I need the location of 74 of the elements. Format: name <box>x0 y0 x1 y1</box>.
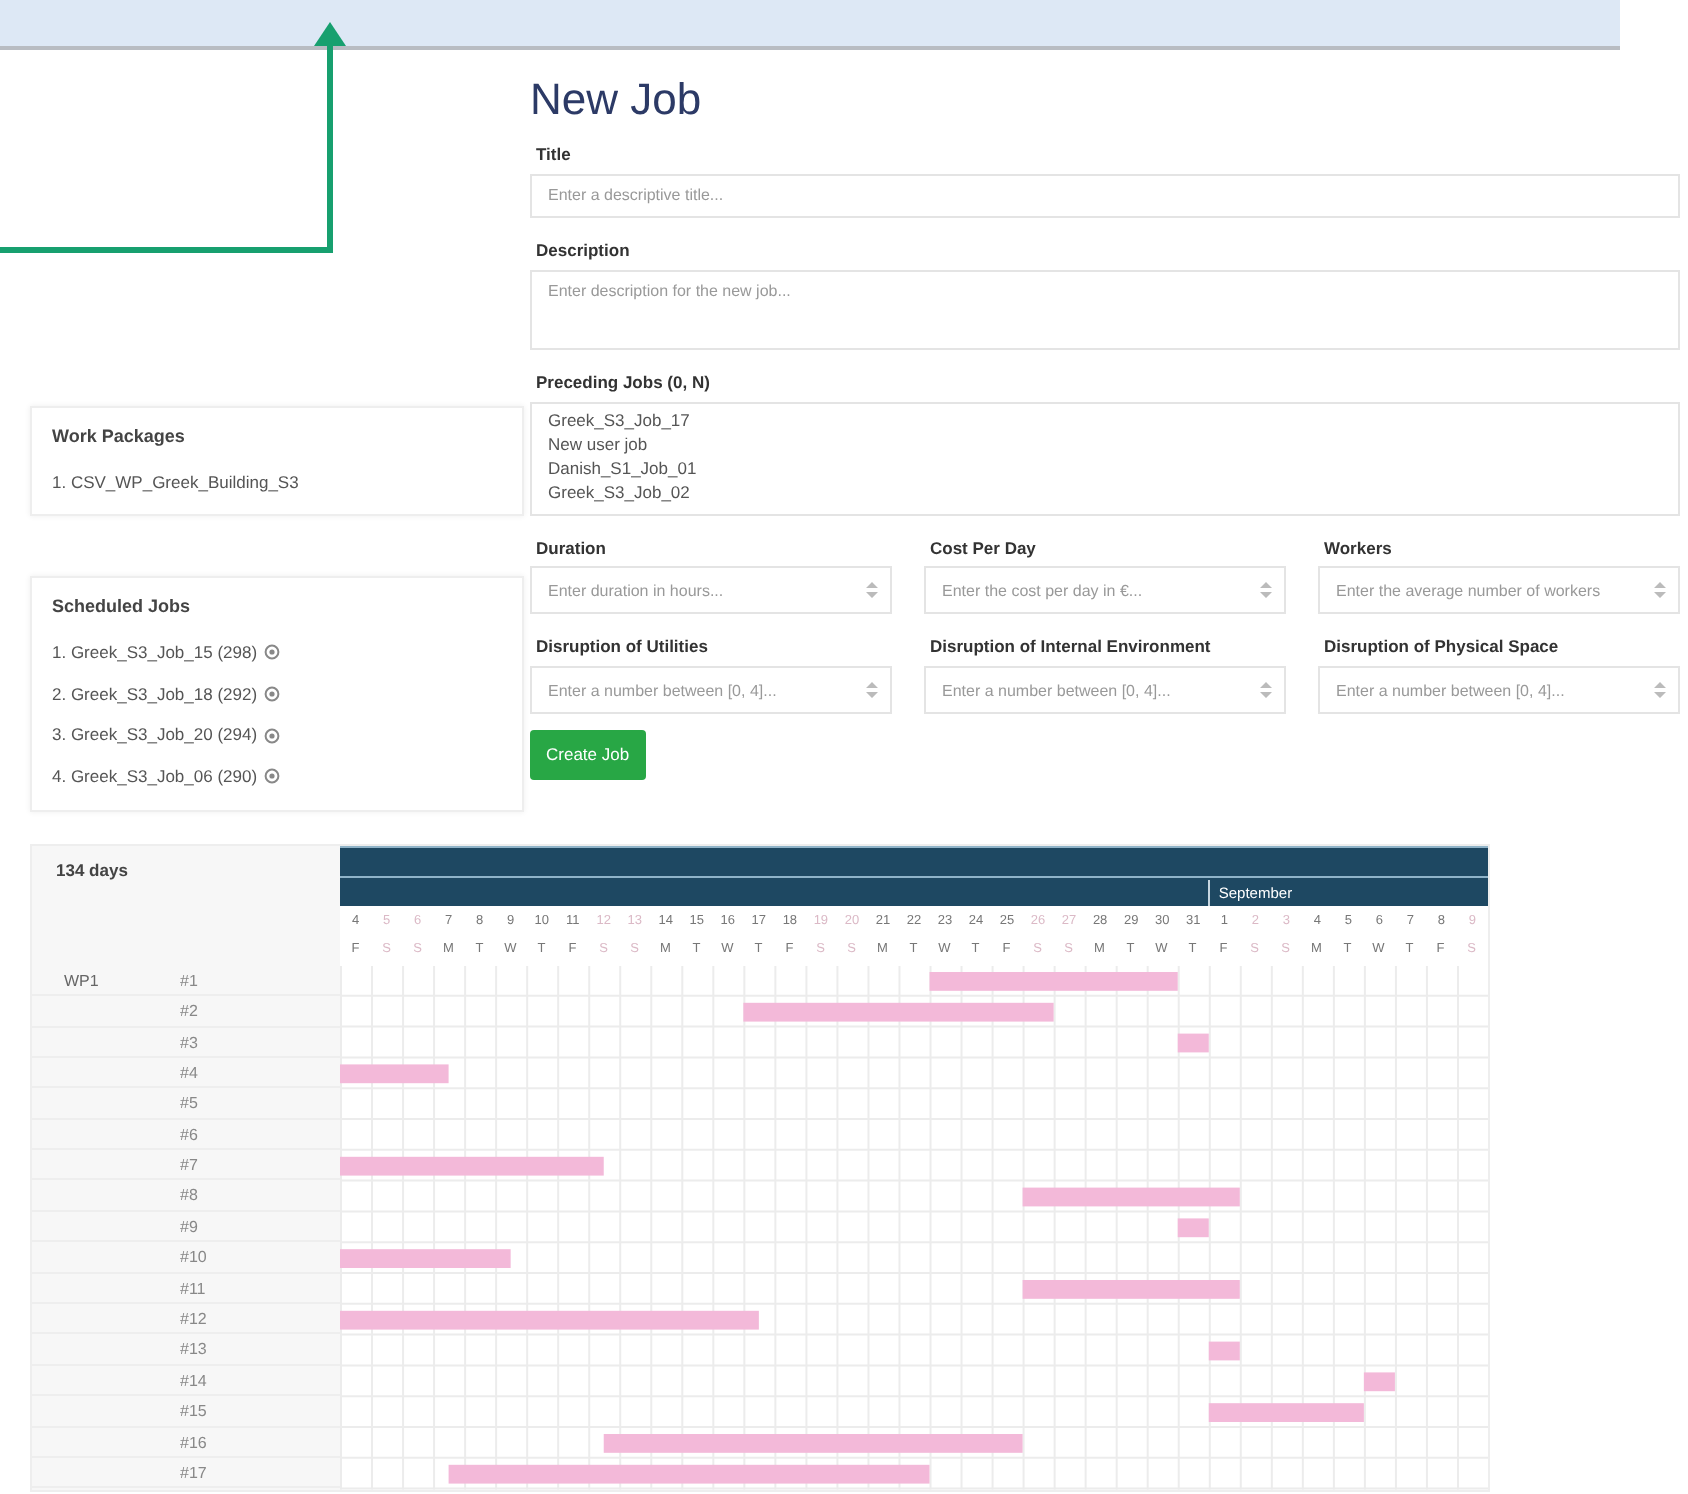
work-package-item[interactable]: 1. CSV_WP_Greek_Building_S3 <box>52 469 502 495</box>
job-bar[interactable] <box>1208 1402 1364 1422</box>
job-label: #8 <box>180 1186 198 1205</box>
job-label: #5 <box>180 1094 198 1113</box>
job-select-list[interactable]: Greek_S3_Job_17 New user job Danish_S1_Job_01 Greek_S3_Job_02 <box>530 401 1680 516</box>
panel-title: Scheduled Jobs <box>52 594 193 621</box>
spinner-icon[interactable] <box>1654 680 1666 701</box>
spinner-icon[interactable] <box>1260 580 1272 601</box>
dot-circle-icon[interactable] <box>263 685 280 702</box>
job-bar[interactable] <box>1177 1033 1209 1052</box>
list-option[interactable]: Greek_S3_Job_17 <box>548 407 1662 432</box>
job-label: #7 <box>180 1156 198 1175</box>
job-label: #3 <box>180 1033 198 1052</box>
job-label: #10 <box>180 1248 207 1267</box>
job-bar[interactable] <box>1022 1187 1240 1206</box>
number-field[interactable]: Enter duration in hours... <box>530 566 892 615</box>
job-label: #14 <box>180 1371 207 1390</box>
job-label: #9 <box>180 1217 198 1236</box>
job-bar[interactable] <box>340 1310 759 1330</box>
dot-circle-icon[interactable] <box>263 727 280 744</box>
job-label: #16 <box>180 1433 207 1452</box>
spinner-icon[interactable] <box>866 580 878 601</box>
job-label: #4 <box>180 1063 198 1082</box>
field-label: Disruption of Physical Space <box>1324 634 1561 661</box>
field-label: Disruption of Internal Environment <box>930 634 1213 661</box>
number-field[interactable]: Enter a number between [0, 4]... <box>924 666 1286 715</box>
list-option[interactable]: Greek_S3_Job_02 <box>548 479 1662 504</box>
spinner-icon[interactable] <box>866 680 878 701</box>
job-label: #11 <box>180 1279 206 1298</box>
dot-circle-icon[interactable] <box>263 644 280 661</box>
job-bar[interactable] <box>1177 1217 1209 1237</box>
job-bar[interactable] <box>1022 1279 1240 1299</box>
job-label: #6 <box>180 1125 198 1144</box>
job-bar[interactable] <box>603 1433 1023 1453</box>
spinner-icon[interactable] <box>1654 580 1666 601</box>
job-bar[interactable] <box>929 971 1178 991</box>
field-label: Preceding Jobs (0, N) <box>536 369 712 396</box>
duration-label: 134 days <box>56 859 128 880</box>
field-label: Workers <box>1324 535 1394 561</box>
number-field[interactable]: Enter the average number of workers <box>1318 566 1680 615</box>
field-label: Description <box>536 238 632 264</box>
number-field[interactable]: Enter a number between [0, 4]... <box>1318 666 1680 715</box>
title-field[interactable]: Enter a descriptive title... <box>530 174 1680 219</box>
job-bar[interactable] <box>1363 1371 1395 1391</box>
number-field[interactable]: Enter the cost per day in €... <box>924 566 1286 615</box>
job-label: #2 <box>180 1002 198 1021</box>
list-option[interactable]: Danish_S1_Job_01 <box>548 455 1662 480</box>
panel-title: Work Packages <box>52 424 187 450</box>
field-label: Disruption of Utilities <box>536 634 710 661</box>
job-label: #15 <box>180 1402 207 1421</box>
work-package-label: WP1 <box>64 971 99 990</box>
dot-circle-icon[interactable] <box>263 768 280 785</box>
job-bar[interactable] <box>340 1063 449 1083</box>
number-field[interactable]: Enter a number between [0, 4]... <box>530 666 892 715</box>
scheduled-job-item[interactable]: 1. Greek_S3_Job_15 (298) <box>52 639 258 665</box>
field-label: Cost Per Day <box>930 535 1038 561</box>
description-field[interactable]: Enter description for the new job... <box>530 269 1680 350</box>
job-label: #17 <box>180 1464 207 1482</box>
job-label: #1 <box>180 971 198 990</box>
spinner-icon[interactable] <box>1260 680 1272 701</box>
job-label: #13 <box>180 1340 207 1359</box>
job-bar[interactable] <box>340 1156 604 1176</box>
list-option[interactable]: New user job <box>548 431 1662 456</box>
field-label: Title <box>536 142 573 169</box>
scheduled-job-item[interactable]: 4. Greek_S3_Job_06 (290) <box>52 764 258 790</box>
form-heading: New Job <box>530 74 704 127</box>
job-bar[interactable] <box>743 1002 1054 1022</box>
scheduled-job-item[interactable]: 2. Greek_S3_Job_18 (292) <box>52 681 258 707</box>
job-bar[interactable] <box>1208 1341 1240 1360</box>
job-bar[interactable] <box>448 1464 930 1484</box>
scheduled-job-item[interactable]: 3. Greek_S3_Job_20 (294) <box>52 722 258 748</box>
field-label: Duration <box>536 535 608 561</box>
job-bar[interactable] <box>340 1248 511 1268</box>
job-label: #12 <box>180 1310 207 1329</box>
